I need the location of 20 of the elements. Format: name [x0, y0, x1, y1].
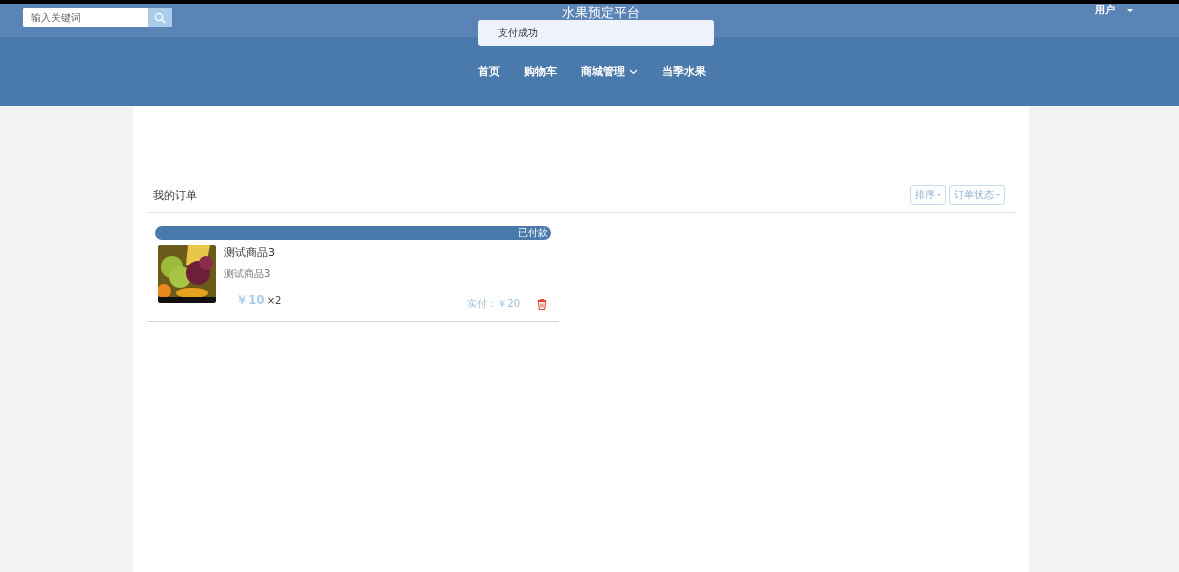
- panel-title: 我的订单: [153, 187, 197, 203]
- search-icon: [154, 11, 166, 24]
- nav-link[interactable]: 商城管理: [580, 64, 638, 79]
- quantity: ×2: [266, 294, 282, 306]
- total-paid: 实付：￥20: [467, 297, 520, 311]
- unit-price: ￥10: [236, 291, 265, 309]
- status-bar: 已付款: [155, 226, 551, 240]
- caret-icon: [1127, 8, 1133, 12]
- nav-link[interactable]: 购物车: [523, 64, 557, 79]
- site-title: 水果预定平台: [562, 5, 640, 20]
- delete-icon[interactable]: [537, 298, 547, 310]
- user-menu[interactable]: 用户: [1095, 4, 1133, 16]
- product-name: 测试商品3: [224, 245, 276, 260]
- product-description: 测试商品3: [224, 267, 272, 281]
- toast-message: 支付成功: [478, 20, 714, 46]
- search-field[interactable]: 输入关键词: [23, 8, 172, 27]
- filter-dropdown[interactable]: 订单状态: [949, 185, 1005, 205]
- nav-link[interactable]: 首页: [477, 64, 500, 79]
- nav-link[interactable]: 当季水果: [661, 64, 706, 79]
- filter-dropdown[interactable]: 排序: [910, 185, 946, 205]
